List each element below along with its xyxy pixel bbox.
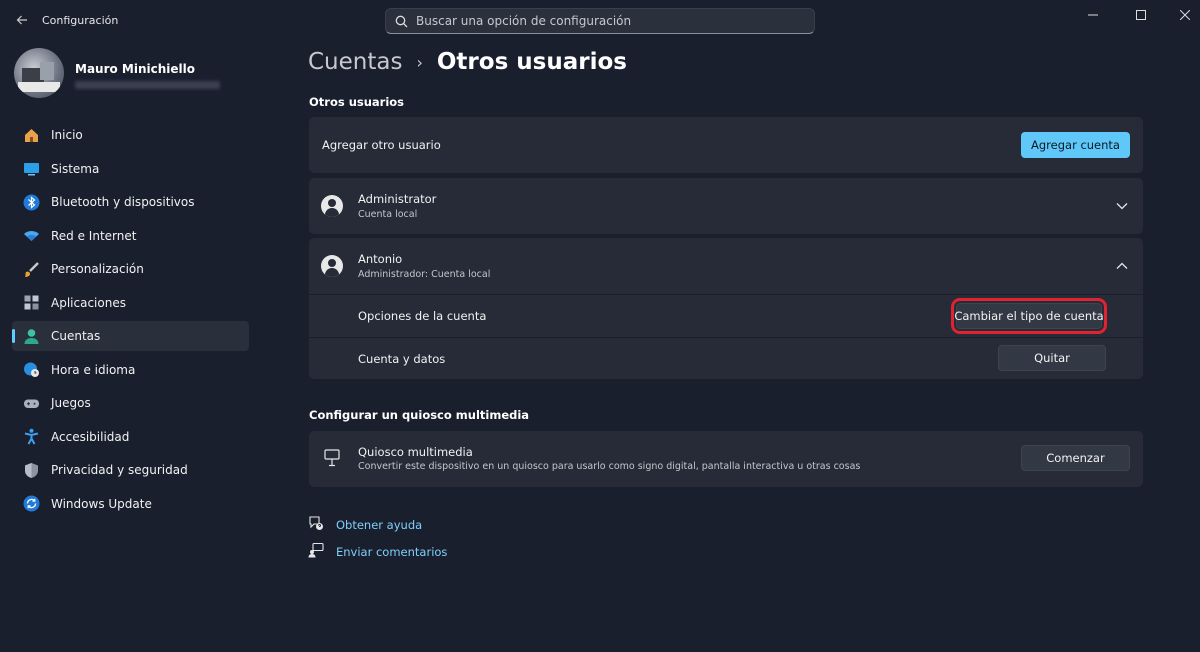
sidebar-item-windows-update[interactable]: Windows Update bbox=[12, 489, 249, 519]
shield-icon bbox=[22, 461, 40, 479]
sidebar-item-accesibilidad[interactable]: Accesibilidad bbox=[12, 422, 249, 452]
help-link-label[interactable]: Obtener ayuda bbox=[336, 518, 422, 532]
section-title-kiosk: Configurar un quiosco multimedia bbox=[309, 408, 530, 422]
breadcrumb-separator: › bbox=[416, 52, 423, 72]
feedback-link[interactable]: Enviar comentarios bbox=[308, 542, 447, 562]
search-icon bbox=[386, 15, 416, 28]
user-name: Administrator bbox=[358, 192, 437, 206]
apps-icon bbox=[22, 294, 40, 312]
user-card-antonio: Antonio Administrador: Cuenta local Opci… bbox=[309, 238, 1143, 379]
globe-clock-icon bbox=[22, 361, 40, 379]
user-row-antonio[interactable]: Antonio Administrador: Cuenta local bbox=[309, 238, 1143, 294]
sidebar-item-aplicaciones[interactable]: Aplicaciones bbox=[12, 288, 249, 318]
maximize-button[interactable] bbox=[1126, 6, 1156, 24]
close-button[interactable] bbox=[1170, 6, 1200, 24]
profile-name: Mauro Minichiello bbox=[75, 62, 196, 76]
user-account-type: Cuenta local bbox=[358, 209, 418, 220]
avatar bbox=[14, 48, 64, 98]
section-title-other-users: Otros usuarios bbox=[309, 95, 405, 109]
kiosk-description: Convertir este dispositivo en un quiosco… bbox=[358, 461, 861, 472]
profile-email-redacted bbox=[75, 81, 220, 89]
remove-account-button[interactable]: Quitar bbox=[998, 345, 1106, 371]
brush-icon bbox=[22, 260, 40, 278]
account-options-row: Opciones de la cuenta Cambiar el tipo de… bbox=[309, 295, 1143, 337]
accessibility-icon bbox=[22, 428, 40, 446]
kiosk-icon bbox=[324, 449, 340, 471]
sidebar-item-personalizacion[interactable]: Personalización bbox=[12, 254, 249, 284]
account-data-row: Cuenta y datos Quitar bbox=[309, 338, 1143, 379]
user-account-icon bbox=[321, 195, 343, 217]
sidebar-item-hora[interactable]: Hora e idioma bbox=[12, 355, 249, 385]
breadcrumb: Cuentas › Otros usuarios bbox=[308, 49, 627, 75]
sidebar-item-juegos[interactable]: Juegos bbox=[12, 388, 249, 418]
chevron-down-icon[interactable] bbox=[1114, 198, 1130, 214]
wifi-icon bbox=[22, 227, 40, 245]
minimize-icon bbox=[1088, 14, 1098, 16]
app-title: Configuración bbox=[42, 14, 119, 27]
sidebar-item-cuentas[interactable]: Cuentas bbox=[12, 321, 249, 351]
sidebar-item-bluetooth[interactable]: Bluetooth y dispositivos bbox=[12, 187, 249, 217]
maximize-icon bbox=[1136, 10, 1146, 20]
feedback-link-label[interactable]: Enviar comentarios bbox=[336, 545, 447, 559]
sidebar-nav: Inicio Sistema Bluetooth y dispositivos … bbox=[12, 120, 249, 522]
account-options-label: Opciones de la cuenta bbox=[358, 309, 487, 323]
monitor-icon bbox=[22, 160, 40, 178]
change-account-type-button[interactable]: Cambiar el tipo de cuenta bbox=[951, 298, 1107, 334]
kiosk-card: Quiosco multimedia Convertir este dispos… bbox=[309, 431, 1143, 487]
title-bar: Configuración bbox=[0, 0, 1200, 40]
help-link[interactable]: Obtener ayuda bbox=[308, 515, 422, 535]
sidebar-item-sistema[interactable]: Sistema bbox=[12, 154, 249, 184]
search-input[interactable] bbox=[416, 14, 796, 28]
sidebar-item-red[interactable]: Red e Internet bbox=[12, 221, 249, 251]
person-icon bbox=[22, 327, 40, 345]
add-account-button[interactable]: Agregar cuenta bbox=[1021, 132, 1130, 158]
start-kiosk-button[interactable]: Comenzar bbox=[1021, 445, 1130, 471]
home-icon bbox=[22, 126, 40, 144]
user-account-icon bbox=[321, 255, 343, 277]
sidebar-item-inicio[interactable]: Inicio bbox=[12, 120, 249, 150]
add-user-label: Agregar otro usuario bbox=[322, 138, 441, 152]
close-icon bbox=[1180, 10, 1190, 20]
help-icon bbox=[308, 515, 324, 535]
search-box[interactable] bbox=[385, 8, 815, 34]
bluetooth-icon bbox=[22, 193, 40, 211]
add-user-card: Agregar otro usuario Agregar cuenta bbox=[309, 117, 1143, 173]
user-name: Antonio bbox=[358, 252, 403, 266]
back-button[interactable] bbox=[12, 10, 32, 30]
chevron-up-icon[interactable] bbox=[1114, 258, 1130, 274]
feedback-icon bbox=[308, 542, 324, 562]
arrow-left-icon bbox=[16, 15, 27, 25]
update-icon bbox=[22, 495, 40, 513]
gamepad-icon bbox=[22, 394, 40, 412]
user-row-administrator[interactable]: Administrator Cuenta local bbox=[309, 178, 1143, 234]
breadcrumb-parent[interactable]: Cuentas bbox=[308, 49, 402, 75]
sidebar-item-privacidad[interactable]: Privacidad y seguridad bbox=[12, 455, 249, 485]
page-title: Otros usuarios bbox=[436, 49, 627, 75]
account-data-label: Cuenta y datos bbox=[358, 352, 446, 366]
minimize-button[interactable] bbox=[1078, 6, 1108, 24]
user-account-type: Administrador: Cuenta local bbox=[358, 269, 491, 280]
kiosk-title: Quiosco multimedia bbox=[358, 445, 473, 459]
